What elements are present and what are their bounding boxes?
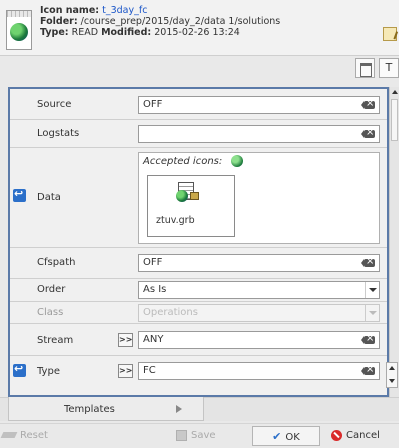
source-label: Source [37, 99, 72, 110]
parameter-editor: Source OFF Logstats Data Accepted icons:… [8, 87, 389, 397]
param-row-order: Order As Is [10, 279, 387, 302]
icon-name-value: t_3day_fc [102, 5, 148, 16]
param-row-cfspath: Cfspath OFF [10, 248, 387, 279]
accepted-icons-label: Accepted icons: [143, 156, 223, 167]
folder-label: Folder: [40, 16, 78, 27]
clear-icon[interactable] [361, 255, 375, 269]
data-icon-item[interactable]: ztuv.grb [147, 175, 235, 237]
tab-templates-label: Templates [64, 404, 115, 415]
chevron-right-icon[interactable] [176, 405, 182, 413]
cancel-label: Cancel [346, 430, 380, 441]
param-row-type: Type >> FC [10, 356, 387, 395]
chevron-down-icon [365, 305, 379, 321]
data-file-name: ztuv.grb [156, 215, 195, 226]
cancel-icon [331, 429, 342, 441]
param-row-stream: Stream >> ANY [10, 324, 387, 356]
clear-icon[interactable] [361, 126, 375, 140]
class-value: Operations [143, 307, 198, 318]
type-line: Type: READ Modified: 2015-02-26 13:24 [40, 27, 240, 38]
cancel-button[interactable]: Cancel [331, 426, 399, 446]
type-options-button[interactable]: >> [118, 364, 133, 378]
modified-label: Modified: [101, 27, 152, 38]
logstats-field[interactable] [138, 125, 380, 143]
type-label: Type: [40, 27, 69, 38]
source-field[interactable]: OFF [138, 96, 380, 114]
param-row-class: Class Operations [10, 302, 387, 324]
globe-grib-icon [6, 10, 32, 50]
class-label: Class [37, 307, 64, 318]
ok-button[interactable]: ✔ OK [252, 426, 320, 446]
type-value: READ [71, 27, 99, 38]
grib-file-icon [176, 180, 199, 204]
icon-name-label: Icon name: [40, 5, 100, 16]
stream-label: Stream [37, 335, 74, 346]
cfspath-label: Cfspath [37, 257, 76, 268]
order-value: As Is [143, 284, 167, 295]
data-label: Data [37, 192, 61, 203]
stream-field[interactable]: ANY [138, 331, 380, 349]
folder-value: /course_prep/2015/day_2/data 1/solutions [80, 16, 281, 27]
modified-marker-icon[interactable] [13, 187, 26, 202]
param-row-logstats: Logstats [10, 120, 387, 148]
clear-icon[interactable] [361, 363, 375, 377]
order-label: Order [37, 284, 66, 295]
modified-marker-icon[interactable] [13, 362, 26, 377]
row-scroll-stepper[interactable] [386, 362, 398, 388]
order-select[interactable]: As Is [138, 281, 380, 299]
param-row-source: Source OFF [10, 89, 387, 120]
chevron-down-icon[interactable] [365, 282, 379, 298]
clear-icon[interactable] [361, 97, 375, 111]
save-button[interactable]: Save [176, 426, 232, 446]
vertical-scrollbar[interactable] [389, 87, 399, 397]
save-icon [176, 429, 187, 441]
source-value: OFF [143, 99, 163, 110]
text-mode-button[interactable]: T [379, 58, 399, 78]
globe-icon [231, 155, 243, 167]
save-label: Save [191, 430, 216, 441]
reset-label: Reset [20, 430, 48, 441]
type-field[interactable]: FC [138, 362, 380, 380]
eraser-icon [2, 430, 16, 440]
modified-value: 2015-02-26 13:24 [154, 27, 240, 38]
icon-name-line: Icon name: t_3day_fc [40, 5, 147, 16]
param-row-data: Data Accepted icons: ztuv.grb [10, 148, 387, 248]
data-drop-area[interactable]: Accepted icons: ztuv.grb [138, 152, 380, 244]
clear-icon[interactable] [361, 332, 375, 346]
cfspath-value: OFF [143, 257, 163, 268]
logstats-label: Logstats [37, 128, 80, 139]
type-value: FC [143, 365, 156, 376]
class-select: Operations [138, 304, 380, 322]
scroll-thumb[interactable] [391, 99, 398, 141]
pencil-notepad-icon[interactable] [383, 27, 397, 41]
stream-options-button[interactable]: >> [118, 333, 133, 347]
panel-toggle-button[interactable] [355, 58, 375, 78]
stream-value: ANY [143, 334, 164, 345]
folder-line: Folder: /course_prep/2015/day_2/data 1/s… [40, 16, 280, 27]
cfspath-field[interactable]: OFF [138, 254, 380, 272]
type-label: Type [37, 366, 60, 377]
checkmark-icon: ✔ [272, 430, 282, 443]
ok-label: OK [285, 432, 300, 443]
reset-button[interactable]: Reset [2, 426, 62, 446]
